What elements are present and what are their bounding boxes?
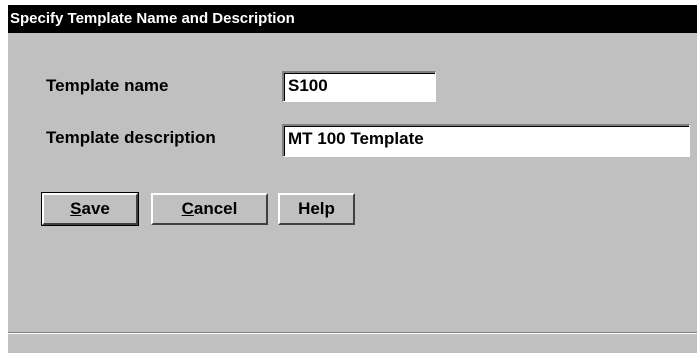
template-description-label: Template description [46,128,216,147]
save-button[interactable]: Save [41,192,139,226]
template-name-input[interactable]: S100 [282,71,436,102]
help-button[interactable]: Help [278,193,355,225]
status-divider [8,332,697,334]
cancel-label: ancel [193,199,238,218]
save-label: ave [81,199,110,218]
dialog-title: Specify Template Name and Description [8,5,697,33]
template-description-input[interactable]: MT 100 Template [282,124,690,157]
save-mnemonic: S [70,199,82,218]
cancel-mnemonic: C [181,199,194,218]
cancel-button[interactable]: Cancel [151,193,268,225]
template-dialog: Specify Template Name and Description Te… [8,5,697,353]
template-name-value: S100 [288,76,328,95]
template-name-label: Template name [46,76,169,95]
template-description-value: MT 100 Template [288,129,424,148]
